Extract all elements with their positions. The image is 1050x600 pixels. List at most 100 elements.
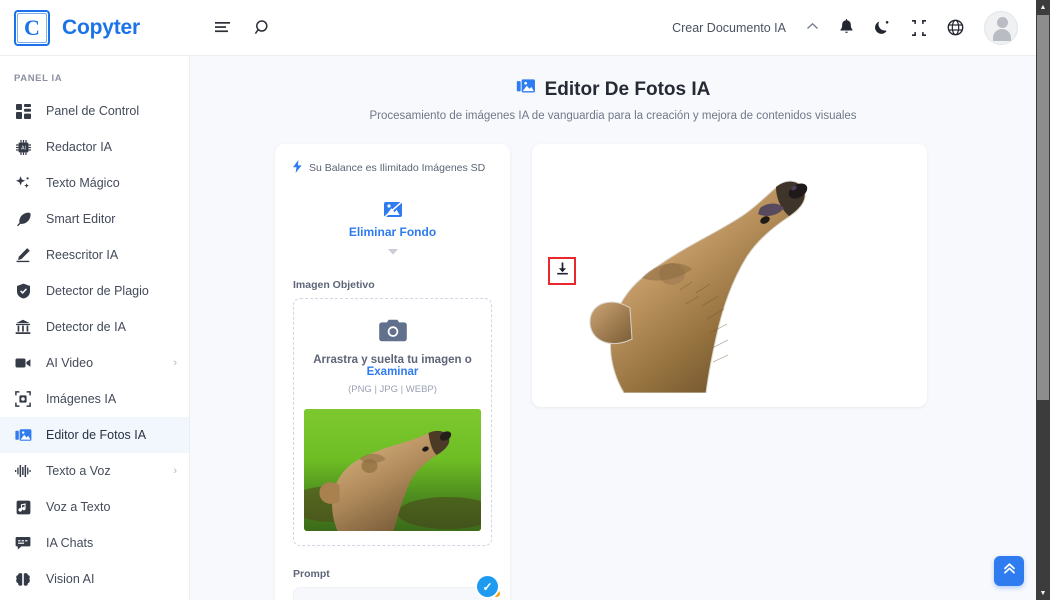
dropzone-text-row: Arrastra y suelta tu imagen o Examinar [304,354,481,378]
result-preview-card [532,144,927,407]
brand-name: Copyter [62,15,140,39]
sidebar-item-label: Editor de Fotos IA [46,428,147,442]
bank-icon [14,318,32,336]
uploaded-image-thumbnail[interactable] [304,409,481,531]
camera-icon [304,319,481,342]
chip-ai-icon: AI [14,138,32,156]
browse-link[interactable]: Examinar [367,366,419,378]
photo-edit-icon [516,78,536,101]
moon-icon[interactable] [874,19,891,36]
search-icon[interactable] [254,19,272,37]
music-note-icon [14,498,32,516]
sidebar-item-imagenes-ia[interactable]: Imágenes IA [0,381,189,417]
sidebar-item-reescritor-ia[interactable]: Reescritor IA [0,237,189,273]
target-image-label: Imagen Objetivo [293,279,375,291]
sidebar-item-label: Redactor IA [46,140,113,154]
sidebar-item-detector-de-ia[interactable]: Detector de IA [0,309,189,345]
scrollbar-up-arrow[interactable]: ▲ [1036,0,1050,14]
header-left-icon-group [214,19,272,37]
dropzone-formats: (PNG | JPG | WEBP) [348,384,437,395]
avatar-glyph [985,12,1017,44]
sidebar-item-editor-de-fotos-ia[interactable]: Editor de Fotos IA [0,417,189,453]
create-document-button[interactable]: Crear Documento IA [672,21,786,35]
top-header: C Copyter Crear Documento IA [0,0,1036,56]
sidebar-item-ai-video[interactable]: AI Video › [0,345,189,381]
image-frame-icon [14,390,32,408]
svg-text:AI: AI [21,145,26,151]
content-columns: Su Balance es Ilimitado Imágenes SD Elim… [190,122,1036,600]
remove-background-icon [293,201,492,219]
main-content: Editor De Fotos IA Procesamiento de imág… [190,56,1036,600]
brain-icon [14,570,32,588]
sidebar-item-voz-a-texto[interactable]: Voz a Texto [0,489,189,525]
sidebar-section-label: PANEL IA [14,73,63,84]
sidebar-item-label: Texto Mágico [46,176,120,190]
balance-text: Su Balance es Ilimitado Imágenes SD [309,161,486,174]
sidebar-item-label: Detector de IA [46,320,126,334]
download-icon [555,261,570,281]
chevron-up-icon[interactable] [806,22,819,34]
pencil-icon [14,246,32,264]
check-glyph: ✓ [482,579,493,594]
balance-row: Su Balance es Ilimitado Imágenes SD [293,160,492,175]
sidebar-item-label: Imágenes IA [46,392,117,406]
chevron-right-icon: › [173,465,177,477]
sparkles-icon [14,174,32,192]
sidebar-item-ia-chats[interactable]: IA Chats [0,525,189,561]
dashboard-icon [14,102,32,120]
sidebar-item-texto-magico[interactable]: Texto Mágico [0,165,189,201]
download-button[interactable] [548,257,576,285]
sidebar-item-label: Detector de Plagio [46,284,149,298]
logo-mark: C [14,9,50,46]
sidebar-item-label: Panel de Control [46,104,140,118]
sidebar-item-label: Reescritor IA [46,248,119,262]
prompt-field-wrap: Oso ✓ [293,576,500,600]
sidebar-item-label: Texto a Voz [46,464,111,478]
feather-icon [14,210,32,228]
page-subtitle: Procesamiento de imágenes IA de vanguard… [369,110,857,122]
sidebar-item-smart-editor[interactable]: Smart Editor [0,201,189,237]
list-lines-icon[interactable] [214,20,232,36]
video-camera-icon [14,354,32,372]
logo-letter: C [17,12,47,43]
image-dropzone[interactable]: Arrastra y suelta tu imagen o Examinar (… [293,298,492,546]
sidebar-item-vision-ai[interactable]: Vision AI [0,561,189,597]
sidebar-item-redactor-ia[interactable]: AI Redactor IA [0,129,189,165]
scroll-to-top-button[interactable] [994,556,1024,586]
sidebar-item-label: AI Video [46,356,94,370]
sidebar-item-label: IA Chats [46,536,94,550]
scrollbar-thumb[interactable] [1037,15,1049,400]
page-title: Editor De Fotos IA [544,78,711,100]
scrollbar-down-arrow[interactable]: ▼ [1036,586,1050,600]
selected-tool[interactable]: Eliminar Fondo [293,201,492,257]
chat-bubble-icon [14,534,32,552]
prompt-label: Prompt [293,568,330,580]
chevron-right-icon: › [173,357,177,369]
caret-down-icon[interactable] [293,247,492,257]
avatar[interactable] [984,10,1018,45]
sidebar: PANEL IA Panel de Control AI Redactor IA… [0,56,190,600]
tool-name: Eliminar Fondo [348,225,437,239]
globe-icon[interactable] [947,19,964,36]
header-right-group: Crear Documento IA [672,10,1036,45]
sidebar-item-label: Vision AI [46,572,95,586]
sidebar-item-panel-de-control[interactable]: Panel de Control [0,93,189,129]
page-header: Editor De Fotos IA Procesamiento de imág… [190,56,1036,123]
photo-edit-icon [14,426,32,444]
page-scrollbar[interactable]: ▲ ▼ [1036,0,1050,600]
result-image [546,158,913,393]
prompt-input[interactable]: Oso [293,587,492,600]
app-root: C Copyter Crear Documento IA PANEL IA Pa… [0,0,1050,600]
sidebar-item-detector-de-plagio[interactable]: Detector de Plagio [0,273,189,309]
double-chevron-up-icon [1002,561,1017,581]
brand-logo[interactable]: C Copyter [0,9,190,46]
check-badge-icon[interactable]: ✓ [477,576,498,597]
waveform-icon [14,462,32,480]
collapse-arrows-icon[interactable] [911,19,927,36]
editor-controls-card: Su Balance es Ilimitado Imágenes SD Elim… [275,144,510,600]
bolt-icon [293,160,302,175]
page-title-row: Editor De Fotos IA [190,78,1036,101]
sidebar-item-label: Smart Editor [46,212,116,226]
sidebar-item-texto-a-voz[interactable]: Texto a Voz › [0,453,189,489]
bell-icon[interactable] [839,19,854,36]
